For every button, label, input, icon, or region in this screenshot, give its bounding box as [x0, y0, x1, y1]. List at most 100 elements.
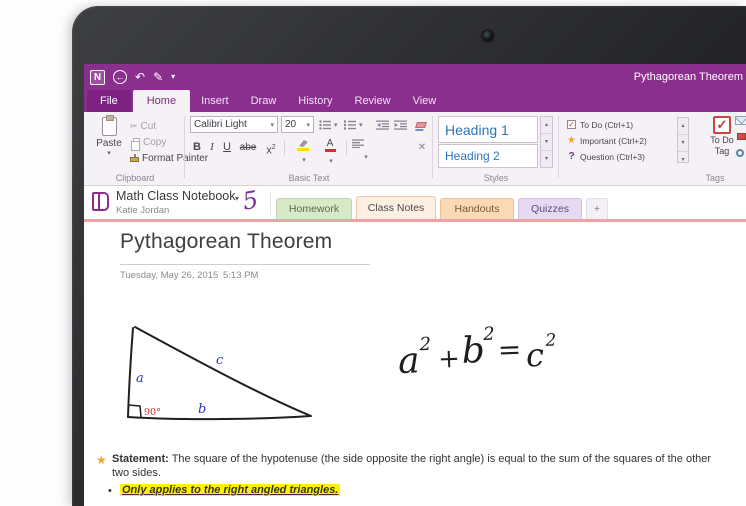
pen-icon[interactable]: ✎ — [153, 71, 163, 83]
eq-a: a — [397, 340, 420, 382]
font-name-combobox[interactable]: Calibri Light ▾ — [190, 116, 278, 133]
section-tab-homework[interactable]: Homework — [276, 198, 352, 219]
clear-x-button[interactable]: ✕ — [414, 139, 430, 156]
triangle-angle-label[interactable]: 90° — [144, 407, 161, 418]
clipboard-group-label: Clipboard — [115, 173, 155, 183]
styles-scroll-down-icon[interactable]: ▾ — [541, 134, 552, 151]
page-time: 5:13 PM — [223, 270, 259, 281]
paste-caret-icon[interactable]: ▾ — [90, 149, 128, 157]
equation-ink[interactable]: a 2 + b 2 = c 2 — [395, 317, 573, 398]
notebook-icon[interactable] — [92, 192, 109, 211]
back-icon[interactable]: ← — [113, 70, 127, 84]
clear-formatting-button[interactable] — [415, 116, 427, 133]
paste-clipboard-icon — [101, 115, 117, 136]
triangle-label-c[interactable]: c — [216, 353, 224, 368]
text-highlight-color-button[interactable]: ▾ — [290, 139, 316, 164]
notebook-caret-icon[interactable]: ▾ — [235, 194, 239, 203]
todo-tag-check-icon: ✓ — [713, 116, 731, 134]
bold-button[interactable]: B — [190, 139, 204, 156]
styles-more-icon[interactable]: ▾ — [541, 151, 552, 167]
numbering-icon — [344, 119, 356, 130]
group-divider — [558, 116, 559, 178]
tag-question[interactable]: ? Question (Ctrl+3) — [567, 149, 645, 164]
cut-icon: ✂ — [130, 120, 138, 131]
tag-important[interactable]: ★ Important (Ctrl+2) — [567, 133, 647, 148]
styles-gallery-rail: ▴ ▾ ▾ — [540, 116, 553, 168]
styles-group: Heading 1 Heading 2 ▴ ▾ ▾ Styles — [436, 112, 556, 186]
eq-a-exp: 2 — [418, 334, 431, 355]
screenshot-canvas: N ← ↶ ✎ ▾ Pythagorean Theorem File Home … — [0, 0, 746, 506]
font-size-combobox[interactable]: 20 ▾ — [281, 116, 314, 133]
onenote-app-icon: N — [90, 69, 105, 85]
undo-icon[interactable]: ↶ — [135, 71, 145, 83]
notebook-name-dropdown[interactable]: Math Class Notebook — [116, 189, 236, 203]
tab-file[interactable]: File — [87, 90, 131, 112]
tab-view[interactable]: View — [402, 90, 448, 112]
bullets-caret-icon[interactable]: ▾ — [334, 121, 338, 129]
important-tag-star-icon[interactable]: ★ — [96, 453, 107, 467]
copy-button[interactable]: Copy — [130, 135, 166, 151]
underline-button[interactable]: U — [220, 139, 234, 156]
strikethrough-button[interactable]: abe — [236, 139, 260, 156]
paste-button[interactable]: Paste ▾ — [90, 115, 128, 173]
superscript-button[interactable]: x2 — [262, 139, 280, 157]
triangle-label-a[interactable]: a — [136, 371, 144, 386]
tags-scroll-up-icon[interactable]: ▴ — [678, 118, 688, 135]
increase-indent-button[interactable] — [394, 116, 407, 133]
tab-home[interactable]: Home — [132, 90, 191, 112]
font-size-value: 20 — [285, 119, 297, 130]
bullets-button[interactable]: ▾ — [319, 116, 338, 133]
tags-scroll-down-icon[interactable]: ▾ — [678, 135, 688, 152]
email-page-icon[interactable] — [735, 116, 746, 125]
paragraph-alignment-button[interactable]: ▾ — [352, 139, 378, 161]
ribbon: Paste ▾ ✂ Cut Copy Format Painter Clipbo… — [84, 112, 746, 186]
styles-scroll-up-icon[interactable]: ▴ — [541, 117, 552, 134]
style-heading2[interactable]: Heading 2 — [438, 144, 538, 168]
font-size-caret-icon[interactable]: ▾ — [306, 121, 310, 129]
statement-text[interactable]: Statement: The square of the hypotenuse … — [112, 452, 730, 480]
superscript-exp: 2 — [271, 144, 276, 151]
increase-indent-icon — [394, 120, 407, 130]
page-title[interactable]: Pythagorean Theorem — [120, 230, 332, 254]
page-canvas[interactable]: Pythagorean Theorem Tuesday, May 26, 201… — [84, 222, 746, 506]
tag-todo[interactable]: ✓ To Do (Ctrl+1) — [567, 117, 633, 132]
new-section-tab[interactable]: + — [586, 198, 608, 219]
ink-number-annotation[interactable]: 5 — [240, 184, 267, 218]
eq-c-exp: 2 — [544, 330, 557, 350]
font-name-value: Calibri Light — [194, 119, 247, 130]
section-tab-quizzes[interactable]: Quizzes — [518, 198, 582, 219]
section-tab-class-notes[interactable]: Class Notes — [356, 196, 436, 219]
tab-history[interactable]: History — [287, 90, 343, 112]
triangle-ink-drawing[interactable]: a c b 90° — [112, 314, 327, 439]
numbering-caret-icon[interactable]: ▾ — [359, 121, 363, 129]
clipboard-group: Paste ▾ ✂ Cut Copy Format Painter Clipbo… — [88, 112, 208, 186]
highlight-caret-icon[interactable]: ▾ — [302, 157, 306, 164]
camera-icon — [483, 31, 493, 41]
tab-draw[interactable]: Draw — [240, 90, 288, 112]
align-caret-icon[interactable]: ▾ — [364, 154, 368, 161]
section-tab-handouts[interactable]: Handouts — [440, 198, 514, 219]
question-mark-icon: ? — [568, 151, 575, 162]
toolbar-divider — [284, 140, 285, 155]
customize-quick-access-caret-icon[interactable]: ▾ — [171, 73, 175, 81]
group-divider — [184, 116, 185, 178]
eq-c: c — [525, 336, 544, 375]
style-heading1[interactable]: Heading 1 — [438, 116, 538, 143]
numbering-button[interactable]: ▾ — [344, 116, 363, 133]
tab-review[interactable]: Review — [344, 90, 402, 112]
font-color-button[interactable]: A ▾ — [318, 139, 342, 165]
tab-insert[interactable]: Insert — [190, 90, 240, 112]
tags-more-icon[interactable]: ▾ — [678, 152, 688, 168]
basic-text-group-label: Basic Text — [288, 173, 330, 183]
triangle-label-b[interactable]: b — [198, 402, 206, 417]
cut-button[interactable]: ✂ Cut — [130, 119, 156, 133]
font-color-caret-icon[interactable]: ▾ — [329, 158, 333, 165]
find-tags-icon[interactable] — [736, 149, 744, 157]
bullets-icon — [319, 119, 331, 130]
statement-body: The square of the hypotenuse (the side o… — [112, 453, 712, 479]
outlook-tasks-icon[interactable] — [737, 133, 746, 140]
highlighted-bullet-text[interactable]: Only applies to the right angled triangl… — [120, 484, 341, 496]
italic-button[interactable]: I — [206, 139, 218, 156]
decrease-indent-button[interactable] — [376, 116, 389, 133]
font-name-caret-icon[interactable]: ▾ — [270, 121, 274, 129]
